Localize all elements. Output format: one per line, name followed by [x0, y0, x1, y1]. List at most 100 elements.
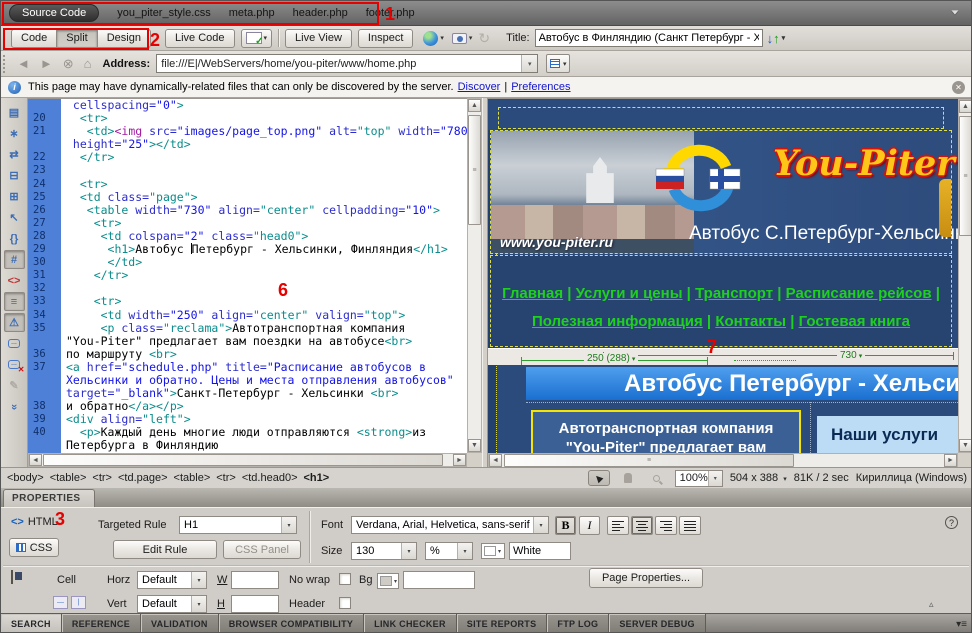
source-code-tab[interactable]: Source Code: [9, 4, 99, 22]
text-color-input[interactable]: [509, 542, 571, 560]
panel-menu-icon[interactable]: [956, 619, 967, 630]
view-options-button[interactable]: [546, 54, 570, 73]
syntax-error-alerts-icon[interactable]: ⚠: [4, 313, 25, 332]
cell-width-input[interactable]: [231, 571, 279, 589]
related-file-tab[interactable]: header.php: [293, 7, 348, 19]
format-source-code-icon[interactable]: »: [4, 397, 25, 416]
toolbar-grip[interactable]: [3, 29, 9, 47]
design-hscroll-thumb[interactable]: [504, 454, 794, 467]
scroll-right-icon[interactable]: [944, 454, 957, 467]
bg-color-input[interactable]: [403, 571, 475, 589]
check-browser-compatibility-button[interactable]: [241, 29, 273, 48]
file-management-button[interactable]: ↓↑: [767, 31, 786, 46]
css-panel-button[interactable]: CSS Panel: [223, 540, 301, 559]
code-scroll-thumb[interactable]: [468, 115, 481, 225]
panel-tab-server-debug[interactable]: SERVER DEBUG: [609, 614, 705, 633]
open-documents-icon[interactable]: ▤: [4, 103, 25, 122]
bold-button[interactable]: B: [555, 516, 576, 535]
align-justify-button[interactable]: [679, 516, 701, 535]
code-view[interactable]: cellspacing="0">20 <tr>21 <td><img src="…: [28, 98, 467, 453]
nav-link[interactable]: Полезная информация: [532, 313, 703, 330]
tag-selector-item[interactable]: <table>: [50, 472, 87, 484]
design-vertical-scrollbar[interactable]: [958, 99, 972, 453]
expand-all-icon[interactable]: ⊞: [4, 187, 25, 206]
panel-tab-ftp-log[interactable]: FTP LOG: [547, 614, 609, 633]
bg-color-picker[interactable]: [377, 573, 399, 589]
preview-browser-button[interactable]: [423, 31, 444, 46]
tag-selector-item[interactable]: <td.head0>: [242, 472, 298, 484]
horz-select[interactable]: Default: [137, 571, 207, 589]
panel-tab-validation[interactable]: VALIDATION: [141, 614, 219, 633]
size-unit-select[interactable]: %: [425, 542, 473, 560]
design-horizontal-scrollbar[interactable]: [488, 453, 958, 468]
tag-selector-item[interactable]: <td.page>: [118, 472, 168, 484]
address-input[interactable]: [157, 58, 521, 70]
code-view-button[interactable]: Code: [11, 29, 57, 48]
address-dropdown-icon[interactable]: [521, 55, 537, 72]
remove-comment-icon[interactable]: …✕: [4, 355, 25, 374]
header-checkbox[interactable]: [339, 597, 351, 609]
column-width-label-730[interactable]: 730: [837, 350, 865, 361]
scroll-down-icon[interactable]: [959, 439, 972, 452]
balance-braces-icon[interactable]: {}: [4, 229, 25, 248]
inspect-button[interactable]: Inspect: [358, 29, 413, 48]
page-title-input[interactable]: [535, 29, 763, 47]
align-center-button[interactable]: [631, 516, 653, 535]
italic-button[interactable]: I: [579, 516, 600, 535]
panel-tab-browser-compatibility[interactable]: BROWSER COMPATIBILITY: [219, 614, 364, 633]
no-wrap-checkbox[interactable]: [339, 573, 351, 585]
scroll-down-icon[interactable]: [468, 439, 481, 452]
apply-comment-icon[interactable]: …: [4, 334, 25, 353]
forward-icon[interactable]: ►: [40, 56, 53, 71]
scroll-left-icon[interactable]: [489, 454, 502, 467]
preferences-link[interactable]: Preferences: [511, 81, 570, 93]
filter-related-files-icon[interactable]: [949, 5, 963, 19]
window-size-select[interactable]: 504 x 388: [730, 472, 787, 484]
nav-link[interactable]: Контакты: [715, 313, 786, 330]
validate-markup-button[interactable]: [452, 33, 473, 44]
tag-selector-item[interactable]: <table>: [174, 472, 211, 484]
close-infobar-icon[interactable]: ✕: [952, 81, 965, 94]
word-wrap-icon[interactable]: ≡: [4, 292, 25, 311]
addressbar-grip[interactable]: [3, 55, 9, 73]
panel-tab-site-reports[interactable]: SITE REPORTS: [457, 614, 548, 633]
split-view-button[interactable]: Split: [56, 29, 97, 48]
align-left-button[interactable]: [607, 516, 629, 535]
home-icon[interactable]: ⌂: [84, 56, 92, 71]
targeted-rule-select[interactable]: H1: [179, 516, 297, 534]
merge-cells-icon[interactable]: —: [53, 596, 68, 609]
split-cell-icon[interactable]: |: [71, 596, 86, 609]
nav-link[interactable]: Гостевая книга: [799, 313, 910, 330]
size-select[interactable]: 130: [351, 542, 417, 560]
code-text[interactable]: Петербурга в Финляндию: [61, 439, 218, 452]
html-mode-button[interactable]: <>HTML: [11, 516, 58, 528]
promo-box[interactable]: Автотранспортная компания "You-Piter" пр…: [531, 410, 801, 453]
nav-link[interactable]: Расписание рейсов: [786, 285, 932, 302]
refresh-icon[interactable]: [478, 30, 490, 47]
select-parent-tag-icon[interactable]: ↖: [4, 208, 25, 227]
tag-selector-item[interactable]: <h1>: [304, 472, 330, 484]
nav-link[interactable]: Транспорт: [695, 285, 773, 302]
code-hscroll-thumb[interactable]: [43, 454, 443, 466]
collapse-selection-icon[interactable]: ⊟: [4, 166, 25, 185]
scroll-right-icon[interactable]: [453, 454, 466, 466]
code-horizontal-scrollbar[interactable]: [28, 453, 467, 467]
text-color-picker[interactable]: [481, 543, 505, 559]
column-width-line-730[interactable]: [603, 355, 954, 356]
related-file-tab[interactable]: you_piter_style.css: [117, 7, 211, 19]
services-box[interactable]: Наши услуги: [817, 416, 958, 453]
properties-tab[interactable]: PROPERTIES: [3, 489, 95, 507]
column-width-label-250[interactable]: 250 (288): [584, 353, 638, 364]
tag-selector-item[interactable]: <tr>: [216, 472, 236, 484]
line-numbers-icon[interactable]: #: [4, 250, 25, 269]
panel-tab-search[interactable]: SEARCH: [1, 614, 62, 633]
panel-tab-reference[interactable]: REFERENCE: [62, 614, 141, 633]
code-text[interactable]: </tr>: [61, 269, 128, 282]
back-icon[interactable]: ◄: [17, 56, 30, 71]
code-vertical-scrollbar[interactable]: [467, 98, 482, 453]
nav-link[interactable]: Услуги и цены: [576, 285, 683, 302]
cell-height-input[interactable]: [231, 595, 279, 613]
design-scroll-thumb[interactable]: [959, 116, 972, 236]
live-view-button[interactable]: Live View: [285, 29, 352, 48]
select-tool[interactable]: [588, 470, 610, 486]
